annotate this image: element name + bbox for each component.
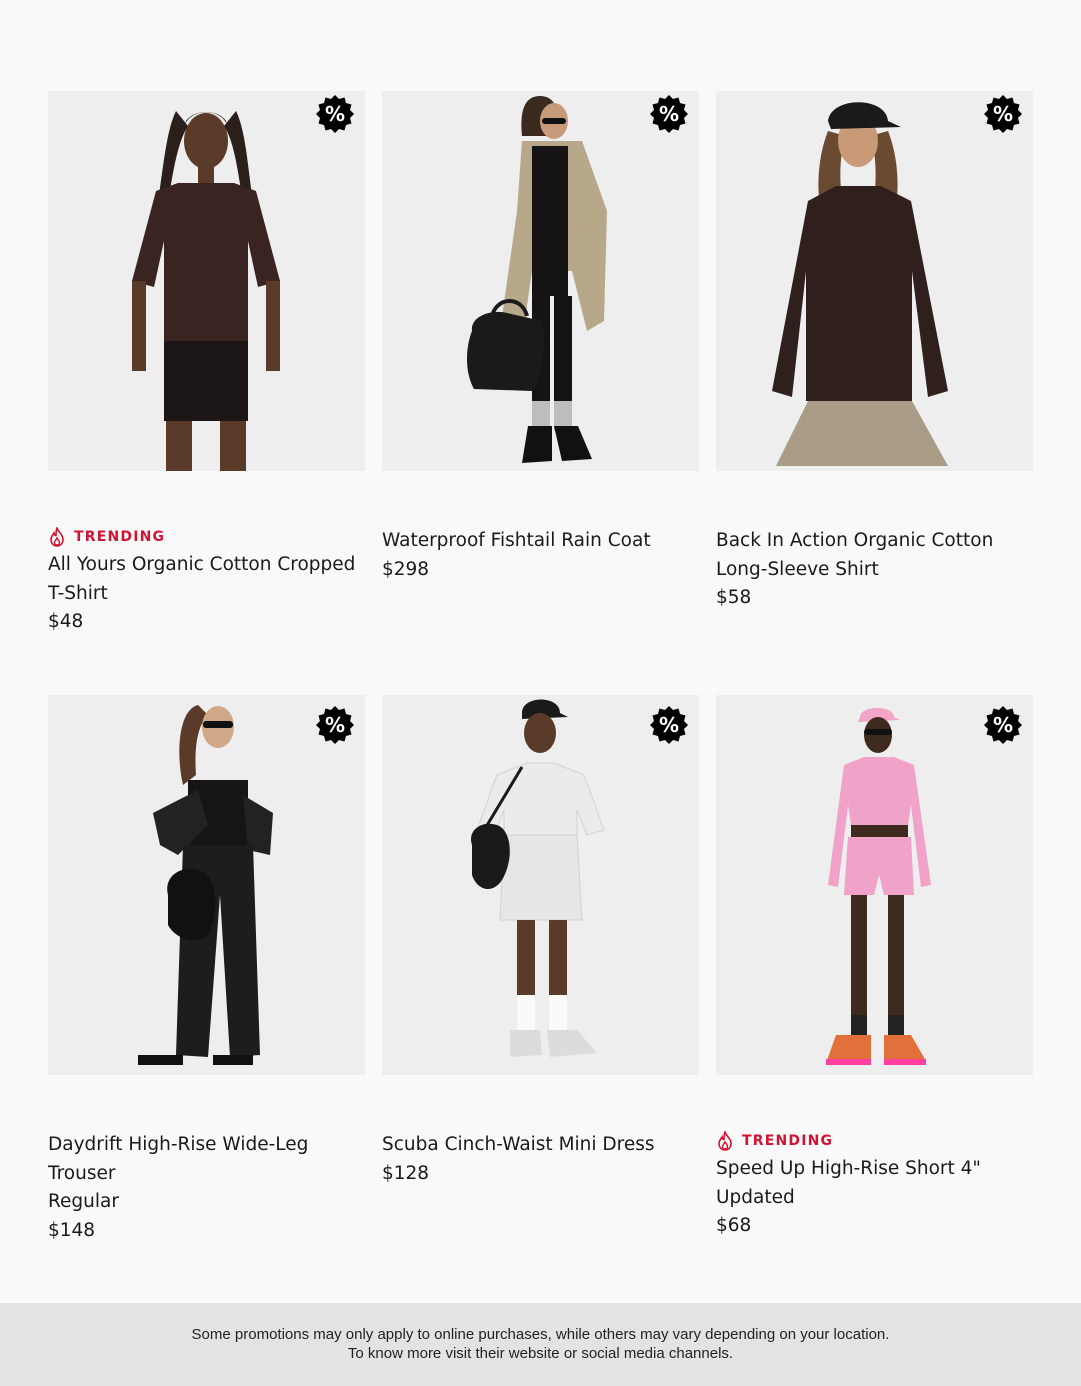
product-name-line: Long-Sleeve Shirt	[716, 558, 879, 580]
trending-label: TRENDING	[74, 529, 166, 545]
badge-text: %	[325, 713, 345, 737]
product-name[interactable]: Scuba Cinch-Waist Mini Dress	[382, 1131, 699, 1160]
promo-percent-icon[interactable]: %	[649, 705, 689, 745]
model-figure	[48, 91, 365, 471]
product-name-line: All Yours Organic Cotton Cropped	[48, 554, 356, 575]
product-name[interactable]: Waterproof Fishtail Rain Coat	[382, 527, 699, 556]
product-name-line: Trouser	[48, 1162, 116, 1184]
product-price: $148	[48, 1219, 96, 1241]
model-figure	[716, 91, 1033, 471]
product-name[interactable]: Speed Up High-Rise Short 4" Updated	[716, 1155, 1033, 1212]
product-info: Back In Action Organic Cotton Long-Sleev…	[716, 527, 1033, 613]
product-image[interactable]: %	[48, 91, 365, 471]
product-name-line: Waterproof Fishtail Rain Coat	[382, 530, 651, 551]
flame-icon	[50, 527, 64, 547]
product-image[interactable]: %	[716, 91, 1033, 471]
model-figure	[716, 695, 1033, 1075]
product-name-line: Scuba Cinch-Waist Mini Dress	[382, 1134, 655, 1155]
disclaimer-line-2: To know more visit their website or soci…	[347, 1345, 734, 1362]
product-price: $58	[716, 587, 752, 608]
product-name-line: Regular	[48, 1191, 119, 1212]
promo-percent-icon[interactable]: %	[315, 705, 355, 745]
product-name-line: Daydrift High-Rise Wide-Leg	[48, 1134, 309, 1155]
product-name[interactable]: Back In Action Organic Cotton Long-Sleev…	[716, 527, 1033, 584]
product-name-line: Back In Action Organic Cotton	[716, 530, 994, 551]
promo-percent-icon[interactable]: %	[315, 94, 355, 134]
product-info: Daydrift High-Rise Wide-Leg Trouser Regu…	[48, 1131, 365, 1245]
product-name[interactable]: Daydrift High-Rise Wide-Leg Trouser Regu…	[48, 1131, 365, 1217]
badge-text: %	[993, 713, 1013, 737]
product-price: $298	[382, 558, 430, 580]
promo-percent-icon[interactable]: %	[649, 94, 689, 134]
product-image[interactable]: %	[382, 91, 699, 471]
product-info: Waterproof Fishtail Rain Coat $298	[382, 527, 699, 584]
product-price: $68	[716, 1215, 752, 1236]
trending-tag: TRENDING	[716, 1131, 1033, 1151]
badge-text: %	[659, 713, 679, 737]
promo-percent-icon[interactable]: %	[983, 94, 1023, 134]
trending-label: TRENDING	[742, 1133, 834, 1149]
product-image[interactable]: %	[48, 695, 365, 1075]
product-info: Scuba Cinch-Waist Mini Dress $128	[382, 1131, 699, 1188]
flame-icon	[718, 1131, 732, 1151]
badge-text: %	[325, 102, 345, 126]
promo-disclaimer-footer: Some promotions may only apply to online…	[0, 1303, 1081, 1386]
model-figure	[48, 695, 365, 1075]
product-info: TRENDING Speed Up High-Rise Short 4" Upd…	[716, 1131, 1033, 1241]
product-price: $128	[382, 1162, 430, 1184]
disclaimer-line-1: Some promotions may only apply to online…	[191, 1326, 890, 1343]
product-name[interactable]: All Yours Organic Cotton Cropped T-Shirt	[48, 551, 365, 608]
product-info: TRENDING All Yours Organic Cotton Croppe…	[48, 527, 365, 637]
product-name-line: T-Shirt	[48, 582, 108, 604]
model-figure	[382, 91, 699, 471]
badge-text: %	[659, 102, 679, 126]
promo-percent-icon[interactable]: %	[983, 705, 1023, 745]
trending-tag: TRENDING	[48, 527, 365, 547]
product-image[interactable]: %	[716, 695, 1033, 1075]
model-figure	[382, 695, 699, 1075]
product-price: $48	[48, 611, 84, 632]
badge-text: %	[993, 102, 1013, 126]
product-name-line: Speed Up High-Rise Short 4"	[716, 1158, 981, 1179]
product-image[interactable]: %	[382, 695, 699, 1075]
product-name-line: Updated	[716, 1186, 795, 1208]
